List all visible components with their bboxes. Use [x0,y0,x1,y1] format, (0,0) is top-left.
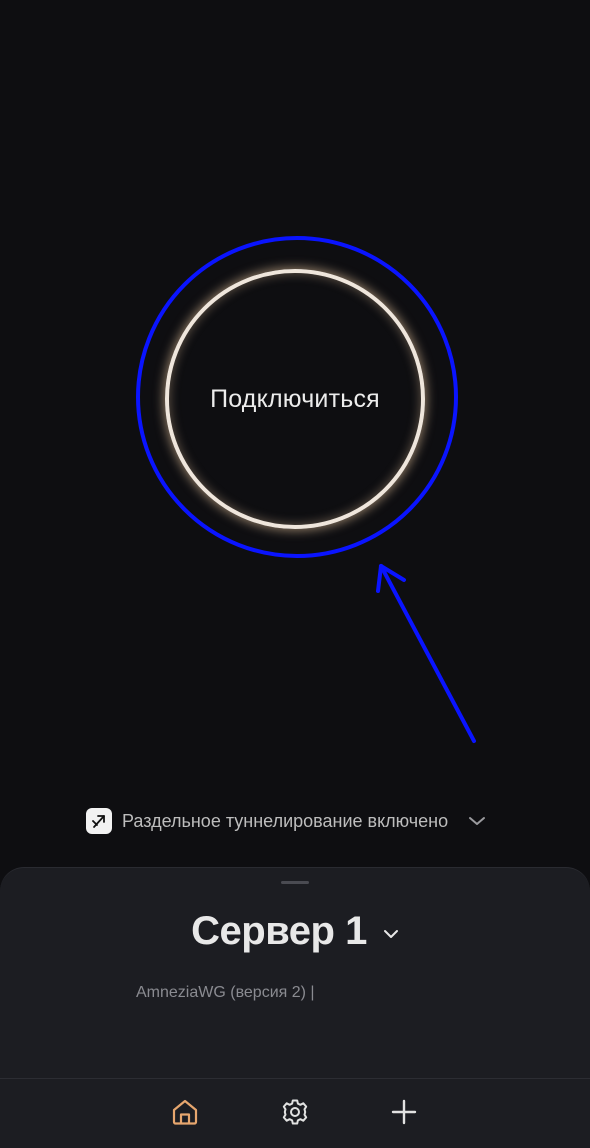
nav-home-button[interactable] [168,1095,202,1129]
chevron-down-icon [468,815,486,827]
server-selector[interactable]: Сервер 1 [0,906,590,956]
server-name: Сервер 1 [191,908,367,953]
server-protocol: AmneziaWG (версия 2) | [136,984,315,1001]
connect-label: Подключиться [210,384,380,413]
gear-icon [282,1099,308,1125]
split-tunneling-toggle[interactable]: Раздельное туннелирование включено [86,806,486,836]
bottom-sheet: Сервер 1 AmneziaWG (версия 2) | [0,867,590,1148]
plus-icon [391,1099,417,1125]
split-arrow-icon [86,808,112,834]
split-tunneling-label: Раздельное туннелирование включено [122,810,449,831]
sheet-drag-handle[interactable] [281,881,309,884]
nav-add-button[interactable] [387,1095,421,1129]
app-screen: Подключиться Раздельное туннелирование в… [0,0,590,1148]
annotation-arrow-icon [376,564,476,743]
bottom-nav [0,1078,590,1148]
nav-settings-button[interactable] [278,1095,312,1129]
connect-button[interactable]: Подключиться [165,269,425,529]
home-icon [172,1099,198,1125]
chevron-down-icon [383,923,399,939]
